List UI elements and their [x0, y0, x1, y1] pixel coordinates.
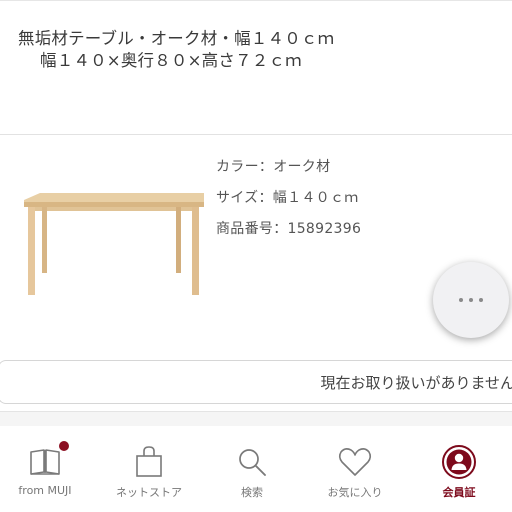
product-title-line1: 無垢材テーブル・オーク材・幅１４０ｃｍ	[18, 29, 335, 48]
tab-net-store[interactable]: ネットストア	[99, 426, 199, 512]
section-separator	[0, 411, 512, 427]
availability-box: 現在お取り扱いがありません	[0, 360, 512, 404]
product-title-line2: 幅１４０×奥行８０×高さ７２ｃｍ	[40, 51, 302, 70]
more-options-button[interactable]	[433, 262, 509, 338]
tab-member-card[interactable]: 会員証	[409, 426, 509, 512]
member-card-icon	[439, 442, 479, 482]
tab-label: お気に入り	[327, 486, 383, 499]
tab-search[interactable]: 検索	[202, 426, 302, 512]
tab-label: from MUJI	[18, 484, 72, 497]
spec-color: カラー：オーク材	[216, 159, 331, 175]
bottom-tab-bar: from MUJI ネットストア 検索 お気に入り 会員証	[0, 426, 512, 512]
product-image[interactable]	[18, 190, 208, 300]
heart-icon	[335, 442, 375, 482]
tab-label: ネットストア	[116, 486, 182, 499]
shopping-bag-icon	[129, 442, 169, 482]
ellipsis-icon	[459, 298, 483, 302]
tab-label: 会員証	[442, 486, 476, 499]
section-divider	[0, 134, 512, 135]
availability-status: 現在お取り扱いがありません	[320, 374, 512, 392]
spec-item-number: 商品番号：15892396	[216, 221, 362, 237]
notification-badge	[58, 440, 70, 452]
product-title: 無垢材テーブル・オーク材・幅１４０ｃｍ 幅１４０×奥行８０×高さ７２ｃｍ	[18, 28, 498, 72]
tab-favorites[interactable]: お気に入り	[305, 426, 405, 512]
tab-label: 検索	[241, 486, 263, 499]
tab-from-muji[interactable]: from MUJI	[0, 426, 95, 512]
search-icon	[232, 442, 272, 482]
spec-size: サイズ：幅１４０ｃｍ	[216, 190, 359, 206]
top-divider	[0, 0, 512, 1]
